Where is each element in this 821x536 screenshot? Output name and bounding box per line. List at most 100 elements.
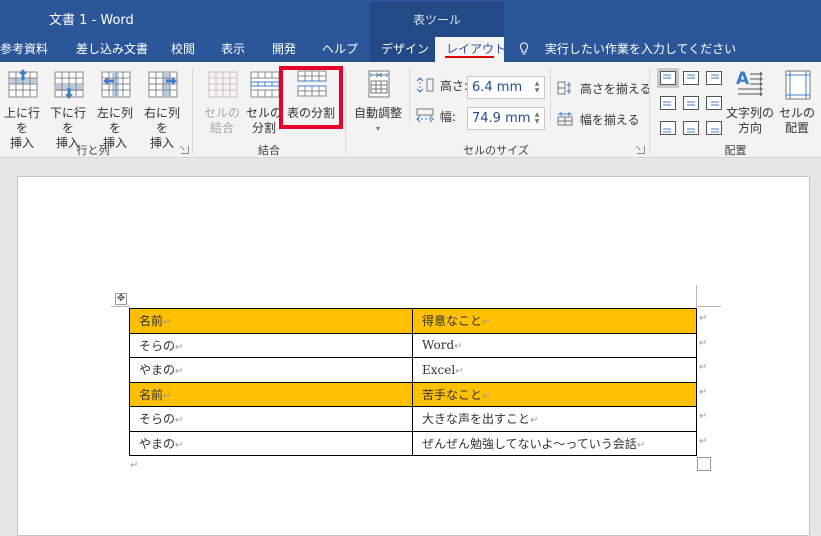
table-row: やまの↵ ぜんぜん勉強してないよ～っていう会話↵ [129, 430, 697, 456]
cell-text: 大きな声を出すこと [422, 412, 531, 427]
margin-corner-mark [696, 306, 721, 307]
cell-text: ぜんぜん勉強してないよ～っていう会話 [422, 436, 637, 451]
split-cells-button[interactable]: セルの 分割 [245, 68, 283, 136]
tab-mailings[interactable]: 差し込み文書 [76, 37, 148, 62]
insert-column-right-icon [148, 71, 178, 98]
margin-corner-mark [111, 306, 130, 307]
align-bottom-right-icon [706, 121, 722, 135]
row-end-mark: ↵ [699, 436, 708, 447]
table-resize-handle[interactable] [697, 457, 711, 471]
lightbulb-icon [519, 42, 529, 55]
row-end-mark: ↵ [699, 362, 708, 374]
merge-cells-button[interactable]: セルの 結合 [200, 68, 244, 136]
split-cells-label-1: セルの [245, 106, 282, 120]
autofit-dropdown-arrow-icon: ▾ [375, 124, 380, 133]
distribute-rows-button[interactable]: 高さを揃える [557, 80, 651, 97]
table-header-row: 名前↵ 得意なこと↵ [129, 308, 697, 334]
cell-text: 得意なこと [422, 314, 483, 329]
row-height-spinner-icon[interactable]: ▲ ▼ [533, 80, 541, 94]
cell-text: 名前 [139, 387, 164, 402]
cell-end-mark: ↵ [482, 317, 491, 329]
table-cell[interactable]: 名前↵ [129, 308, 413, 334]
tell-me-search[interactable]: 実行したい作業を入力してください [519, 37, 736, 62]
table-cell[interactable]: 名前↵ [129, 381, 413, 407]
align-top-right-button[interactable] [703, 68, 725, 88]
tab-table-layout-label: レイアウト [446, 42, 507, 56]
table-cell[interactable]: やまの↵ [129, 430, 413, 456]
distribute-columns-button[interactable]: 幅を揃える [557, 111, 639, 128]
cell-end-mark: ↵ [175, 366, 184, 378]
align-middle-right-button[interactable] [703, 93, 725, 113]
align-middle-left-button[interactable] [657, 93, 679, 113]
insert-column-left-label-1: 左に列を [96, 106, 133, 135]
autofit-button[interactable]: 自動調整 ▾ [350, 68, 406, 136]
tab-view[interactable]: 表示 [221, 37, 245, 62]
table-header-row: 名前↵ 苦手なこと↵ [129, 381, 697, 407]
row-end-mark: ↵ [699, 411, 708, 423]
row-height-icon [416, 77, 434, 93]
text-direction-button[interactable]: A 文字列の 方向 [725, 68, 775, 136]
align-middle-center-icon [683, 96, 699, 110]
group-separator [409, 68, 410, 122]
table-cell[interactable]: 苦手なこと↵ [412, 381, 697, 407]
align-bottom-right-button[interactable] [703, 118, 725, 138]
row-end-mark: ↵ [699, 313, 708, 324]
merge-cells-icon [208, 71, 238, 98]
group-label-alignment: 配置 [724, 144, 747, 157]
align-middle-right-icon [706, 96, 722, 110]
table-tools-label: 表ツール [412, 13, 461, 27]
row-height-input[interactable]: 6.4 mm ▲ ▼ [467, 76, 545, 99]
table-move-handle-icon[interactable]: ✥ [115, 293, 127, 305]
tab-table-design[interactable]: デザイン [370, 37, 435, 62]
column-width-spinner-icon[interactable]: ▲ ▼ [533, 111, 541, 125]
column-width-input[interactable]: 74.9 mm ▲ ▼ [467, 107, 545, 130]
table-cell[interactable]: 大きな声を出すこと↵ [412, 406, 697, 432]
insert-row-below-button[interactable]: 下に行を 挿入 [45, 68, 91, 151]
cell-size-dialog-launcher[interactable] [637, 146, 645, 154]
cell-end-mark: ↵ [454, 341, 463, 353]
insert-column-right-button[interactable]: 右に列を 挿入 [139, 68, 185, 151]
tab-help[interactable]: ヘルプ [322, 37, 358, 62]
paragraph-mark: ↵ [130, 460, 139, 471]
distribute-rows-icon [557, 81, 571, 95]
table-cell[interactable]: Excel↵ [412, 357, 697, 383]
insert-row-below-label-1: 下に行を [49, 106, 86, 135]
insert-column-right-label-1: 右に列を [143, 106, 180, 135]
cell-text: やまの [139, 436, 176, 451]
align-top-left-button[interactable] [657, 68, 679, 88]
align-top-center-button[interactable] [680, 68, 702, 88]
insert-column-left-icon [101, 71, 131, 98]
column-width-icon [416, 108, 434, 123]
insert-row-above-button[interactable]: 上に行を 挿入 [0, 68, 44, 151]
svg-text:A: A [736, 69, 750, 89]
insert-row-below-icon [54, 71, 84, 99]
table-cell[interactable]: そらの↵ [129, 406, 413, 432]
table-cell[interactable]: やまの↵ [129, 357, 413, 383]
table-row: そらの↵ 大きな声を出すこと↵ [129, 406, 697, 432]
text-direction-label-1: 文字列の [725, 106, 774, 120]
tab-review[interactable]: 校閲 [171, 37, 195, 62]
table-cell[interactable]: そらの↵ [129, 332, 413, 358]
cell-margins-button[interactable]: セルの 配置 [777, 68, 817, 136]
table-cell[interactable]: 得意なこと↵ [412, 308, 697, 334]
align-middle-center-button[interactable] [680, 93, 702, 113]
window-title: 文書 1 - Word [49, 13, 134, 28]
row-height-text: 高さ: [439, 79, 468, 93]
cell-text: やまの [139, 363, 176, 378]
column-width-label: 幅: [416, 108, 456, 125]
tab-references[interactable]: 参考資料 [0, 37, 50, 62]
cell-text: そらの [139, 338, 176, 353]
rows-columns-dialog-launcher[interactable] [181, 146, 189, 154]
cell-end-mark: ↵ [175, 439, 184, 451]
merge-cells-label-2: 結合 [209, 121, 234, 135]
table-cell[interactable]: Word↵ [412, 332, 697, 358]
group-separator [550, 68, 551, 122]
tab-table-layout[interactable]: レイアウト [435, 37, 507, 62]
tab-developer[interactable]: 開発 [272, 37, 296, 62]
align-bottom-center-button[interactable] [680, 118, 702, 138]
table-row: そらの↵ Word↵ [129, 332, 697, 358]
table-cell[interactable]: ぜんぜん勉強してないよ～っていう会話↵ [412, 430, 697, 456]
margin-corner-mark [696, 285, 697, 307]
align-bottom-left-button[interactable] [657, 118, 679, 138]
insert-column-left-button[interactable]: 左に列を 挿入 [92, 68, 138, 151]
